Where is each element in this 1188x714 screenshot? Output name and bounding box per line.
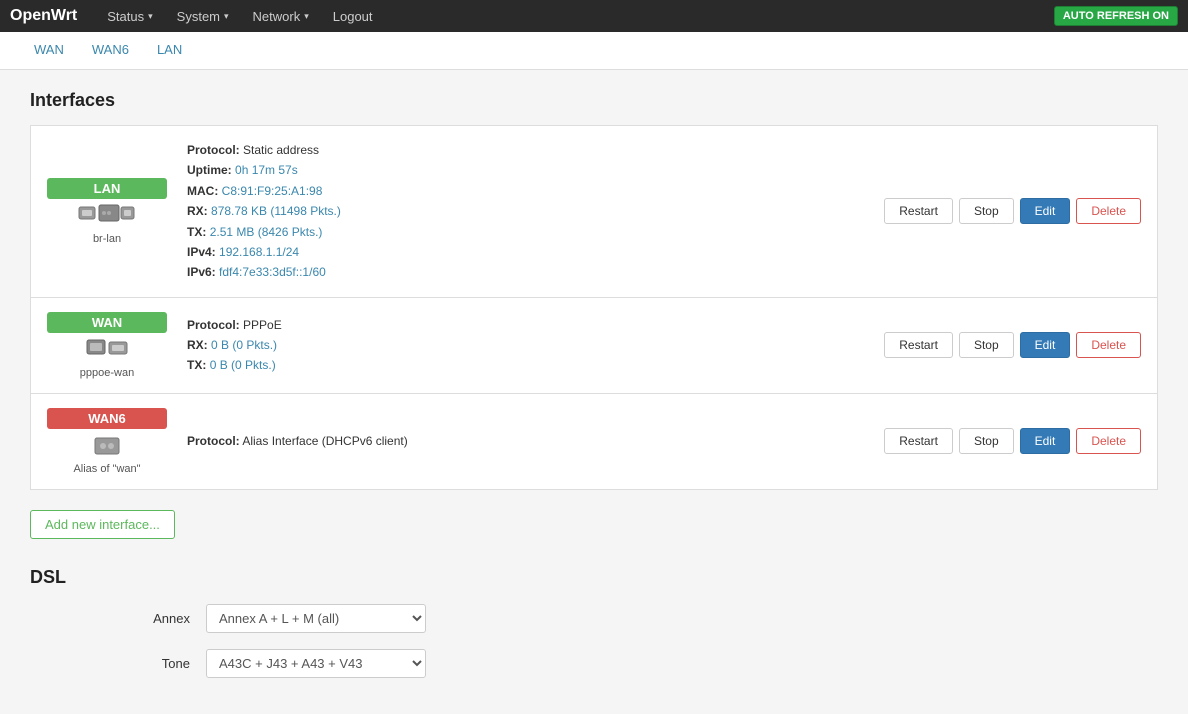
iface-info-wan: Protocol: PPPoE RX: 0 B (0 Pkts.) TX: 0 … — [187, 315, 864, 376]
tone-select[interactable]: A43C + J43 + A43 + V43 A43 B43 B43C — [206, 649, 426, 678]
auto-refresh-badge[interactable]: AUTO REFRESH ON — [1054, 6, 1178, 26]
iface-subtitle-wan: pppoe-wan — [80, 367, 134, 379]
main-content: Interfaces LAN br-lan — [0, 70, 1188, 714]
tab-wan6[interactable]: WAN6 — [78, 32, 143, 69]
iface-subtitle-lan: br-lan — [93, 233, 121, 245]
interfaces-title: Interfaces — [30, 90, 1158, 111]
lan-delete-button[interactable]: Delete — [1076, 198, 1141, 224]
wan-delete-button[interactable]: Delete — [1076, 332, 1141, 358]
iface-subtitle-wan6: Alias of "wan" — [73, 463, 140, 475]
wan6-delete-button[interactable]: Delete — [1076, 428, 1141, 454]
interface-row-lan: LAN br-lan Protocol: Static address — [31, 126, 1157, 298]
chevron-down-icon: ▾ — [304, 11, 309, 22]
tone-row: Tone A43C + J43 + A43 + V43 A43 B43 B43C — [30, 649, 1158, 678]
iface-info-wan6: Protocol: Alias Interface (DHCPv6 client… — [187, 431, 864, 451]
nav-label-system: System — [177, 9, 220, 24]
dsl-title: DSL — [30, 567, 1158, 588]
nav-item-system[interactable]: System ▾ — [167, 3, 239, 30]
tone-label: Tone — [90, 656, 190, 671]
nav-item-status[interactable]: Status ▾ — [97, 3, 162, 30]
iface-badge-wrap-wan6: WAN6 Alias of "wan" — [47, 408, 167, 475]
navbar: OpenWrt Status ▾ System ▾ Network ▾ Logo… — [0, 0, 1188, 32]
iface-badge-wan6: WAN6 — [47, 408, 167, 429]
lan-edit-button[interactable]: Edit — [1020, 198, 1071, 224]
annex-row: Annex Annex A + L + M (all) Annex B Anne… — [30, 604, 1158, 633]
iface-actions-wan: Restart Stop Edit Delete — [884, 332, 1141, 358]
add-interface-button[interactable]: Add new interface... — [30, 510, 175, 539]
wan-restart-button[interactable]: Restart — [884, 332, 953, 358]
interface-row-wan6: WAN6 Alias of "wan" Protocol: Alias Inte… — [31, 394, 1157, 489]
iface-icon-wan6 — [77, 433, 137, 461]
chevron-down-icon: ▾ — [224, 11, 229, 22]
nav-label-logout: Logout — [333, 9, 373, 24]
nav-item-logout[interactable]: Logout — [323, 3, 383, 30]
wan6-edit-button[interactable]: Edit — [1020, 428, 1071, 454]
tabs-bar: WAN WAN6 LAN — [0, 32, 1188, 70]
nav-label-network: Network — [253, 9, 301, 24]
iface-icon-lan — [77, 203, 137, 231]
interfaces-container: LAN br-lan Protocol: Static address — [30, 125, 1158, 490]
nav-item-network[interactable]: Network ▾ — [243, 3, 319, 30]
network-device-icon — [77, 203, 137, 231]
nav-label-status: Status — [107, 9, 144, 24]
iface-badge-wrap-lan: LAN br-lan — [47, 178, 167, 245]
wan-edit-button[interactable]: Edit — [1020, 332, 1071, 358]
iface-info-lan: Protocol: Static address Uptime: 0h 17m … — [187, 140, 864, 283]
tab-wan[interactable]: WAN — [20, 32, 78, 69]
interface-row-wan: WAN pppoe-wan Protocol: PPPoE RX: 0 B (0… — [31, 298, 1157, 394]
chevron-down-icon: ▾ — [148, 11, 153, 22]
wan6-stop-button[interactable]: Stop — [959, 428, 1014, 454]
brand: OpenWrt — [10, 7, 77, 25]
iface-badge-wrap-wan: WAN pppoe-wan — [47, 312, 167, 379]
tab-lan[interactable]: LAN — [143, 32, 196, 69]
iface-badge-lan: LAN — [47, 178, 167, 199]
annex-label: Annex — [90, 611, 190, 626]
network-device-icon-wan — [77, 337, 137, 365]
brand-text: OpenWrt — [10, 7, 77, 24]
iface-actions-lan: Restart Stop Edit Delete — [884, 198, 1141, 224]
lan-stop-button[interactable]: Stop — [959, 198, 1014, 224]
dsl-section: DSL Annex Annex A + L + M (all) Annex B … — [30, 567, 1158, 678]
iface-badge-wan: WAN — [47, 312, 167, 333]
iface-icon-wan — [77, 337, 137, 365]
wan6-restart-button[interactable]: Restart — [884, 428, 953, 454]
nav-menu: Status ▾ System ▾ Network ▾ Logout — [97, 3, 1054, 30]
iface-actions-wan6: Restart Stop Edit Delete — [884, 428, 1141, 454]
lan-restart-button[interactable]: Restart — [884, 198, 953, 224]
wan-stop-button[interactable]: Stop — [959, 332, 1014, 358]
annex-select[interactable]: Annex A + L + M (all) Annex B Annex C An… — [206, 604, 426, 633]
network-device-icon-wan6 — [77, 433, 137, 461]
